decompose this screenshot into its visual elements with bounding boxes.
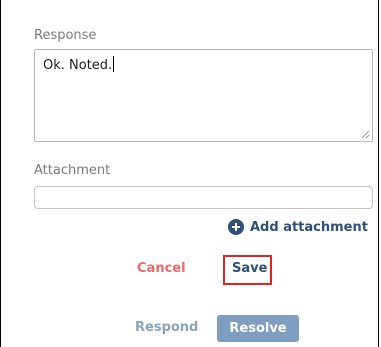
cancel-button[interactable]: Cancel	[137, 261, 186, 276]
attachment-label: Attachment	[34, 163, 111, 178]
add-attachment-button[interactable]: Add attachment	[228, 218, 368, 236]
save-button[interactable]: Save	[232, 261, 267, 276]
response-textarea[interactable]: Ok. Noted.	[34, 49, 373, 142]
add-attachment-label: Add attachment	[250, 219, 368, 235]
text-caret	[113, 56, 115, 72]
response-value: Ok. Noted.	[43, 58, 113, 73]
response-panel: Response Ok. Noted. Attachment Add attac…	[0, 0, 379, 347]
response-text: Ok. Noted.	[43, 56, 115, 74]
respond-button[interactable]: Respond	[135, 320, 198, 335]
resize-grip-icon[interactable]	[361, 130, 370, 139]
attachment-field[interactable]	[34, 186, 373, 209]
plus-circle-icon	[228, 219, 244, 235]
resolve-button[interactable]: Resolve	[217, 315, 299, 342]
resolve-label: Resolve	[229, 321, 287, 336]
response-label: Response	[34, 28, 97, 43]
